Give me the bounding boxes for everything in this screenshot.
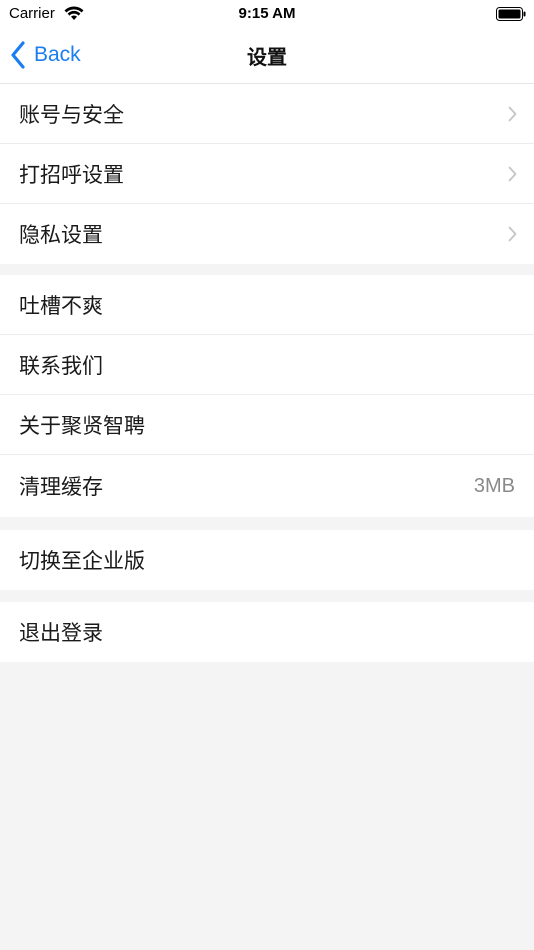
row-account-security[interactable]: 账号与安全 (0, 84, 534, 144)
navigation-bar: Back 设置 (0, 28, 534, 84)
battery-icon (496, 7, 526, 21)
row-about[interactable]: 关于聚贤智聘 (0, 395, 534, 455)
settings-group-switch: 切换至企业版 (0, 530, 534, 590)
status-bar: Carrier 9:15 AM (0, 0, 534, 28)
row-feedback[interactable]: 吐槽不爽 (0, 275, 534, 335)
row-label: 账号与安全 (19, 102, 124, 127)
page-title: 设置 (247, 45, 287, 69)
settings-group-logout: 退出登录 (0, 602, 534, 662)
chevron-right-icon (508, 166, 517, 182)
row-greeting-settings[interactable]: 打招呼设置 (0, 144, 534, 204)
chevron-right-icon (508, 226, 517, 242)
row-label: 联系我们 (19, 353, 103, 378)
row-clear-cache[interactable]: 清理缓存 3MB (0, 455, 534, 517)
row-label: 清理缓存 (19, 475, 103, 499)
row-label: 吐槽不爽 (19, 293, 103, 318)
status-time: 9:15 AM (238, 5, 296, 22)
row-logout[interactable]: 退出登录 (0, 602, 534, 662)
settings-group-general: 吐槽不爽 联系我们 关于聚贤智聘 清理缓存 3MB (0, 275, 534, 517)
row-label: 隐私设置 (19, 223, 103, 247)
row-label: 切换至企业版 (19, 549, 145, 573)
settings-group-account: 账号与安全 打招呼设置 隐私设置 (0, 84, 534, 264)
row-privacy-settings[interactable]: 隐私设置 (0, 204, 534, 264)
row-switch-enterprise[interactable]: 切换至企业版 (0, 530, 534, 590)
row-label: 打招呼设置 (19, 162, 124, 187)
row-label: 退出登录 (19, 621, 103, 645)
row-label: 关于聚贤智聘 (19, 413, 145, 438)
cache-size-value: 3MB (473, 474, 515, 497)
row-contact-us[interactable]: 联系我们 (0, 335, 534, 395)
chevron-right-icon (508, 106, 517, 122)
